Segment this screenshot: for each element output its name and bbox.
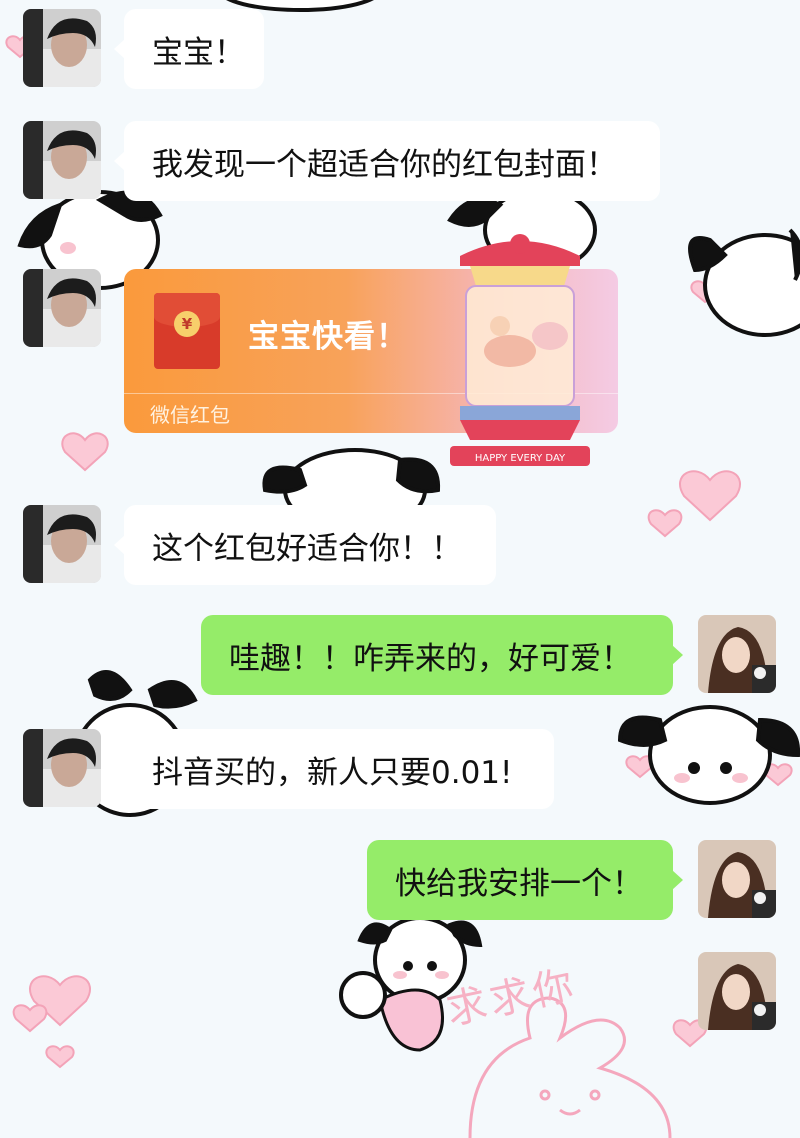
message-text: 我发现一个超适合你的红包封面！	[152, 146, 617, 183]
message-text: 抖音买的，新人只要0.01!	[152, 754, 513, 791]
contact-avatar[interactable]	[23, 9, 101, 87]
chat-bubble-incoming[interactable]: 宝宝！	[114, 9, 264, 89]
red-packet-title: 宝宝快看！	[248, 319, 408, 355]
avatar-photo	[23, 729, 101, 807]
self-avatar[interactable]	[698, 615, 776, 693]
avatar-photo	[23, 121, 101, 199]
self-avatar[interactable]	[698, 952, 776, 1030]
red-envelope-icon: ¥	[154, 293, 220, 369]
message-text: 快给我安排一个！	[395, 865, 643, 902]
avatar-photo	[23, 269, 101, 347]
chat-bubble-outgoing[interactable]: 快给我安排一个！	[367, 840, 683, 920]
avatar-photo	[23, 505, 101, 583]
red-packet-cover-illustration: HAPPY EVERY DAY	[450, 234, 590, 466]
message-text: 哇趣！！咋弄来的，好可爱！	[229, 640, 632, 677]
avatar-photo	[698, 952, 776, 1030]
contact-avatar[interactable]	[23, 121, 101, 199]
message-text: 这个红包好适合你！！	[152, 530, 462, 567]
red-packet-footer: 微信红包	[150, 403, 230, 427]
chat-bubble-outgoing[interactable]: 哇趣！！咋弄来的，好可爱！	[201, 615, 683, 695]
contact-avatar[interactable]	[23, 729, 101, 807]
contact-avatar[interactable]	[23, 269, 101, 347]
avatar-photo	[23, 9, 101, 87]
chat-bubble-incoming[interactable]: 我发现一个超适合你的红包封面！	[114, 121, 660, 201]
cover-caption: HAPPY EVERY DAY	[475, 453, 566, 464]
chat-bubble-incoming[interactable]: 抖音买的，新人只要0.01!	[114, 729, 554, 809]
message-text: 宝宝！	[152, 34, 245, 71]
chat-bubble-incoming[interactable]: 这个红包好适合你！！	[114, 505, 496, 585]
self-avatar[interactable]	[698, 840, 776, 918]
contact-avatar[interactable]	[23, 505, 101, 583]
avatar-photo	[698, 840, 776, 918]
avatar-photo	[698, 615, 776, 693]
